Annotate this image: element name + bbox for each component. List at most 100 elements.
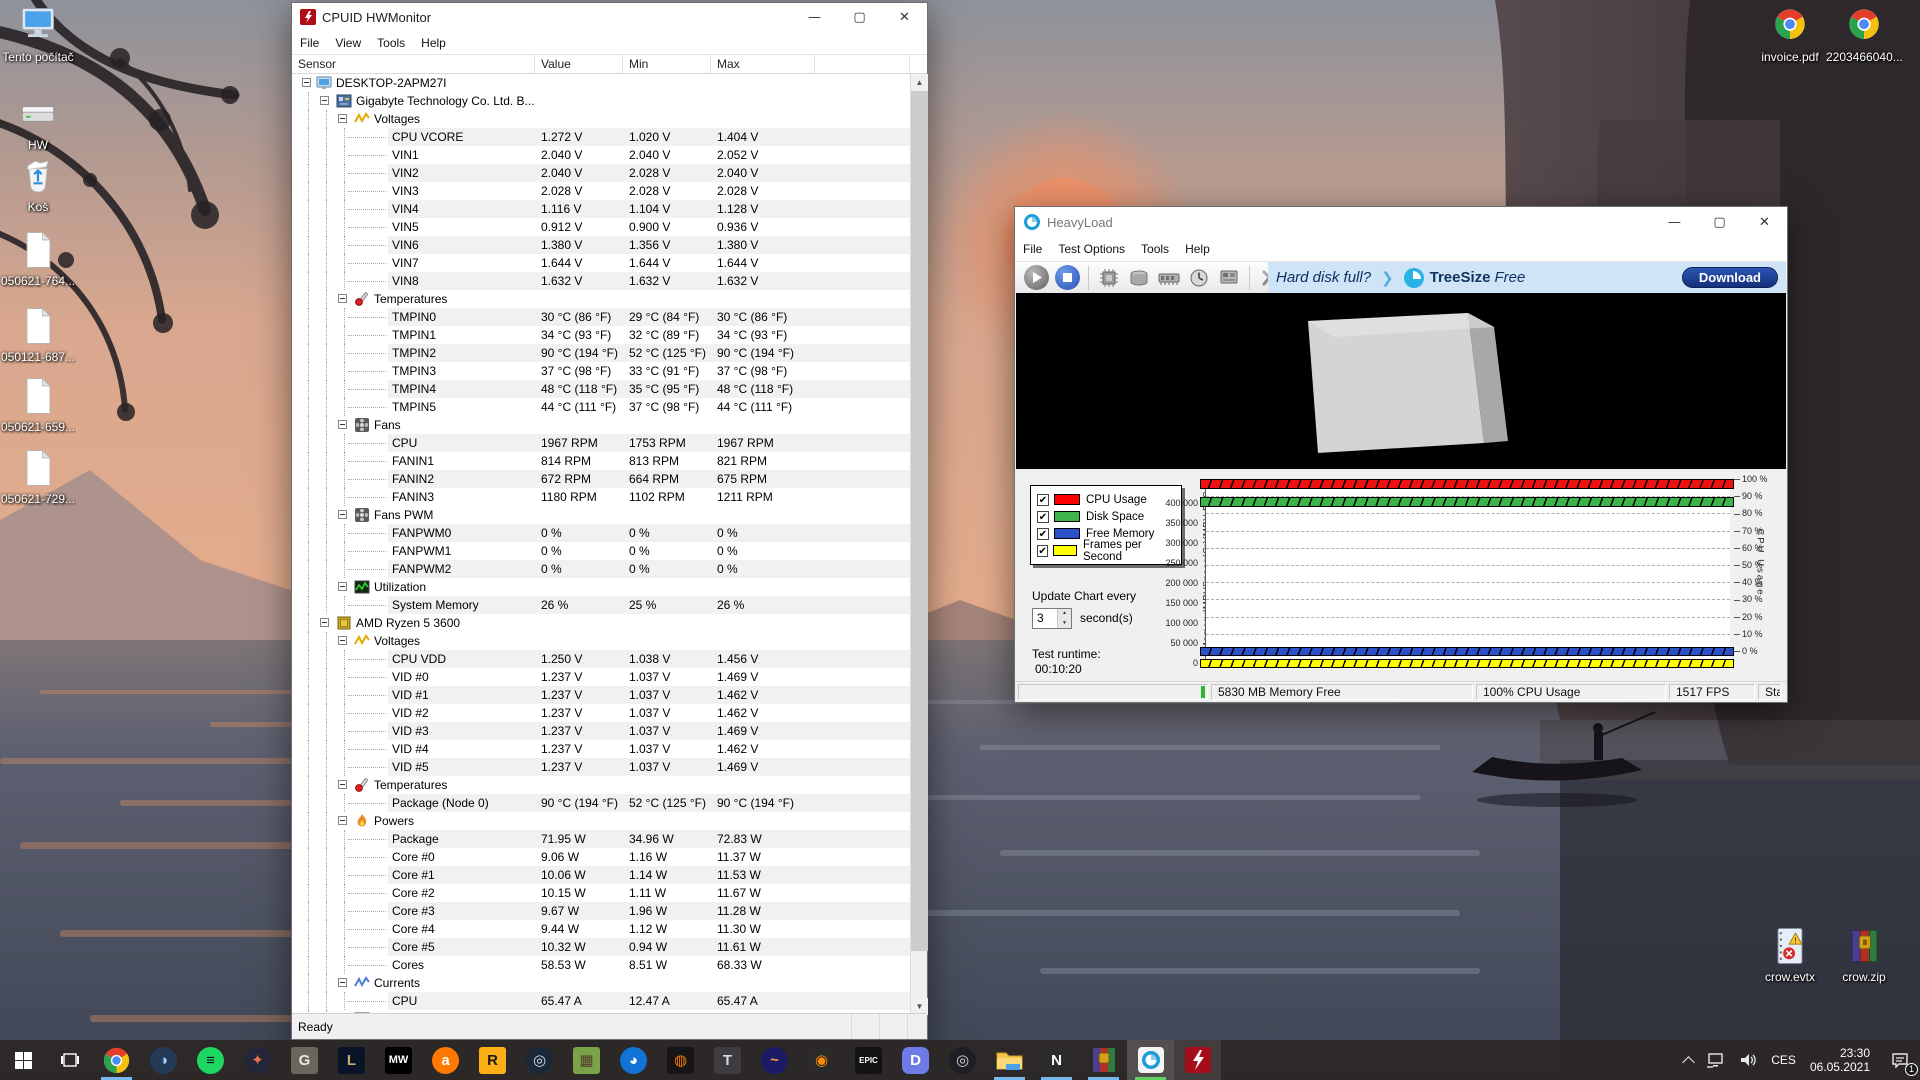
tree-collapse-icon[interactable] xyxy=(338,978,347,987)
hwmonitor-menu-view[interactable]: View xyxy=(327,36,369,50)
sensor-row-fanin2[interactable]: FANIN2672 RPM664 RPM675 RPM xyxy=(292,470,910,488)
sensor-row-core-1[interactable]: Core #110.06 W1.14 W11.53 W xyxy=(292,866,910,884)
sensor-row-fanpwm2[interactable]: FANPWM20 %0 %0 % xyxy=(292,560,910,578)
davinci-resolve-icon[interactable]: ✦ xyxy=(234,1040,281,1080)
desktop-icon-crow-zip[interactable]: crow.zip xyxy=(1826,924,1902,984)
tree-collapse-icon[interactable] xyxy=(338,816,347,825)
cod-mw-icon[interactable]: MW xyxy=(375,1040,422,1080)
heavyload-icon[interactable] xyxy=(1127,1040,1174,1080)
winrar-icon[interactable] xyxy=(1080,1040,1127,1080)
sensor-row-utilization[interactable]: Utilization xyxy=(292,578,910,596)
tree-collapse-icon[interactable] xyxy=(338,636,347,645)
sensor-row-cores[interactable]: Cores58.53 W8.51 W68.33 W xyxy=(292,956,910,974)
hwmonitor-column-headers[interactable]: SensorValueMinMax xyxy=(292,55,927,74)
file-explorer-icon[interactable] xyxy=(986,1040,1033,1080)
sensor-row-vin4[interactable]: VIN41.116 V1.104 V1.128 V xyxy=(292,200,910,218)
sensor-row-currents[interactable]: Currents xyxy=(292,974,910,992)
sensor-row-voltages[interactable]: Voltages xyxy=(292,632,910,650)
sensor-row-vid-3[interactable]: VID #31.237 V1.037 V1.469 V xyxy=(292,722,910,740)
heavyload-titlebar[interactable]: HeavyLoad — ▢ ✕ xyxy=(1015,207,1787,237)
cpu-test-icon[interactable] xyxy=(1094,266,1124,290)
sensor-row-tmpin3[interactable]: TMPIN337 °C (98 °F)33 °C (91 °F)37 °C (9… xyxy=(292,362,910,380)
sensor-row-core-5[interactable]: Core #510.32 W0.94 W11.61 W xyxy=(292,938,910,956)
maximize-icon[interactable]: ▢ xyxy=(837,3,882,31)
sensor-row-tmpin4[interactable]: TMPIN448 °C (118 °F)35 °C (95 °F)48 °C (… xyxy=(292,380,910,398)
tree-collapse-icon[interactable] xyxy=(338,420,347,429)
desktop-icon-ko-[interactable]: Koš xyxy=(0,154,76,214)
sensor-row-vin3[interactable]: VIN32.028 V2.028 V2.028 V xyxy=(292,182,910,200)
sensor-row-vid-2[interactable]: VID #21.237 V1.037 V1.462 V xyxy=(292,704,910,722)
spin-up-icon[interactable]: ▲ xyxy=(1058,609,1071,619)
sensor-row-package[interactable]: Package71.95 W34.96 W72.83 W xyxy=(292,830,910,848)
sensor-row-temperatures[interactable]: Temperatures xyxy=(292,290,910,308)
legend-checkbox[interactable]: ✔ xyxy=(1037,528,1049,540)
task-view-button[interactable] xyxy=(46,1040,93,1080)
sensor-row-vin7[interactable]: VIN71.644 V1.644 V1.644 V xyxy=(292,254,910,272)
disk-test-icon[interactable] xyxy=(1124,266,1154,290)
hwmonitor-scrollbar[interactable]: ▲ ▼ xyxy=(910,74,927,1015)
sensor-row-core-4[interactable]: Core #49.44 W1.12 W11.30 W xyxy=(292,920,910,938)
sensor-row-fans[interactable]: Fans xyxy=(292,416,910,434)
sensor-row-vin8[interactable]: VIN81.632 V1.632 V1.632 V xyxy=(292,272,910,290)
scroll-up-icon[interactable]: ▲ xyxy=(911,74,928,91)
epic-games-icon[interactable]: EPIC xyxy=(845,1040,892,1080)
tree-collapse-icon[interactable] xyxy=(320,618,329,627)
sensor-row-tmpin2[interactable]: TMPIN290 °C (194 °F)52 °C (125 °F)90 °C … xyxy=(292,344,910,362)
close-icon[interactable]: ✕ xyxy=(1742,207,1787,237)
update-interval-stepper[interactable]: 3 ▲ ▼ xyxy=(1032,608,1072,629)
sensor-row-cpu[interactable]: CPU1967 RPM1753 RPM1967 RPM xyxy=(292,434,910,452)
hwmonitor-menu-file[interactable]: File xyxy=(292,36,327,50)
sensor-row-core-3[interactable]: Core #39.67 W1.96 W11.28 W xyxy=(292,902,910,920)
obs-icon[interactable]: ◎ xyxy=(939,1040,986,1080)
volume-icon[interactable] xyxy=(1732,1040,1764,1080)
desktop-icon-hw[interactable]: HW xyxy=(0,92,76,152)
audacity-icon[interactable]: ~ xyxy=(751,1040,798,1080)
desktop-icon-050621-729-[interactable]: 050621-729... xyxy=(0,446,76,506)
sensor-row-vin5[interactable]: VIN50.912 V0.900 V0.936 V xyxy=(292,218,910,236)
gpu-test-icon[interactable] xyxy=(1214,266,1244,290)
sensor-row-package-node-0-[interactable]: Package (Node 0)90 °C (194 °F)52 °C (125… xyxy=(292,794,910,812)
sensor-row-system-memory[interactable]: System Memory26 %25 %26 % xyxy=(292,596,910,614)
steam-icon[interactable]: ◎ xyxy=(516,1040,563,1080)
ubisoft-connect-icon[interactable]: ◕ xyxy=(610,1040,657,1080)
sensor-row-amd-ryzen-5-3600[interactable]: AMD Ryzen 5 3600 xyxy=(292,614,910,632)
sensor-row-cpu-vdd[interactable]: CPU VDD1.250 V1.038 V1.456 V xyxy=(292,650,910,668)
n-logo-app-icon[interactable]: N xyxy=(1033,1040,1080,1080)
heavyload-menu-test-options[interactable]: Test Options xyxy=(1050,242,1133,256)
sensor-row-fanpwm0[interactable]: FANPWM00 %0 %0 % xyxy=(292,524,910,542)
spin-down-icon[interactable]: ▼ xyxy=(1058,619,1071,629)
fl-studio-icon[interactable]: ◉ xyxy=(798,1040,845,1080)
sensor-row-vin2[interactable]: VIN22.040 V2.028 V2.040 V xyxy=(292,164,910,182)
minimize-icon[interactable]: — xyxy=(792,3,837,31)
minimize-icon[interactable]: — xyxy=(1652,207,1697,237)
desktop-icon-050121-687-[interactable]: 050121-687... xyxy=(0,304,76,364)
sensor-row-tmpin1[interactable]: TMPIN134 °C (93 °F)32 °C (89 °F)34 °C (9… xyxy=(292,326,910,344)
sensor-row-voltages[interactable]: Voltages xyxy=(292,110,910,128)
column-header-min[interactable]: Min xyxy=(623,55,711,73)
sensor-row-vin1[interactable]: VIN12.040 V2.040 V2.052 V xyxy=(292,146,910,164)
tree-collapse-icon[interactable] xyxy=(338,780,347,789)
hwmonitor-titlebar[interactable]: CPUID HWMonitor — ▢ ✕ xyxy=(292,3,927,31)
column-header-value[interactable]: Value xyxy=(535,55,623,73)
clock-icon[interactable] xyxy=(1184,266,1214,290)
minecraft-icon[interactable]: ▦ xyxy=(563,1040,610,1080)
memory-test-icon[interactable] xyxy=(1154,266,1184,290)
sensor-row-core-0[interactable]: Core #09.06 W1.16 W11.37 W xyxy=(292,848,910,866)
sensor-row-fanin3[interactable]: FANIN31180 RPM1102 RPM1211 RPM xyxy=(292,488,910,506)
sensor-row-core-2[interactable]: Core #210.15 W1.11 W11.67 W xyxy=(292,884,910,902)
discord-icon[interactable]: D xyxy=(892,1040,939,1080)
chrome-icon[interactable] xyxy=(93,1040,140,1080)
sensor-row-vin6[interactable]: VIN61.380 V1.356 V1.380 V xyxy=(292,236,910,254)
tree-collapse-icon[interactable] xyxy=(338,582,347,591)
hwmonitor-menu-help[interactable]: Help xyxy=(413,36,454,50)
maximize-icon[interactable]: ▢ xyxy=(1697,207,1742,237)
desktop-icon-050621-659-[interactable]: 050621-659... xyxy=(0,374,76,434)
tray-chevron-icon[interactable] xyxy=(1677,1040,1700,1080)
legend-checkbox[interactable]: ✔ xyxy=(1037,545,1048,557)
start-button[interactable] xyxy=(0,1040,46,1080)
heavyload-menu-file[interactable]: File xyxy=(1015,242,1050,256)
desktop-icon-2203466040-[interactable]: 2203466040... xyxy=(1826,4,1902,64)
sensor-row-fanin1[interactable]: FANIN1814 RPM813 RPM821 RPM xyxy=(292,452,910,470)
tree-collapse-icon[interactable] xyxy=(338,294,347,303)
round-blue-app-icon[interactable]: ◑ xyxy=(140,1040,187,1080)
